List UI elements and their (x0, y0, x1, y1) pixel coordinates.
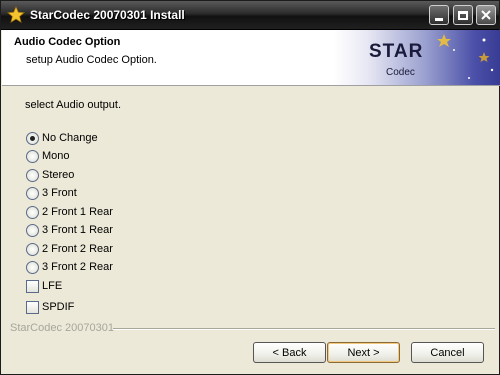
checkbox-label: LFE (42, 280, 63, 292)
radio-button[interactable] (26, 131, 39, 145)
radio-stereo[interactable]: Stereo (26, 168, 74, 182)
radio-label: 3 Front 1 Rear (42, 224, 113, 236)
cancel-button[interactable]: Cancel (411, 342, 484, 363)
maximize-button[interactable] (453, 5, 473, 25)
radio-label: 2 Front 1 Rear (42, 206, 113, 218)
radio-label: Stereo (42, 169, 75, 181)
window-title: StarCodec 20070301 Install (30, 8, 185, 22)
radio-button[interactable] (26, 242, 39, 256)
radio-3-front-1-rear[interactable]: 3 Front 1 Rear (26, 223, 113, 237)
minimize-button[interactable] (429, 5, 449, 25)
checkbox-spdif[interactable]: SPDIF (26, 300, 74, 314)
page-title: Audio Codec Option (14, 36, 121, 48)
footer-divider (113, 328, 495, 330)
star-icon (7, 6, 25, 23)
page-subtitle: setup Audio Codec Option. (26, 54, 157, 66)
checkbox[interactable] (26, 300, 39, 314)
radio-label: No Change (42, 132, 98, 144)
close-button[interactable] (476, 5, 496, 25)
radio-button[interactable] (26, 186, 39, 200)
wizard-header: Audio Codec Option setup Audio Codec Opt… (2, 30, 500, 86)
next-button[interactable]: Next > (327, 342, 400, 363)
logo-codec-text: Codec (386, 67, 415, 78)
checkbox[interactable] (26, 279, 39, 293)
minimize-icon (435, 17, 443, 21)
radio-2-front-2-rear[interactable]: 2 Front 2 Rear (26, 242, 113, 256)
starcodec-logo: STAR Codec (334, 30, 500, 85)
radio-3-front-2-rear[interactable]: 3 Front 2 Rear (26, 260, 113, 274)
checkbox-lfe[interactable]: LFE (26, 279, 62, 293)
installer-window: StarCodec 20070301 Install Audio Codec O… (0, 0, 500, 375)
back-button[interactable]: < Back (253, 342, 326, 363)
radio-no-change[interactable]: No Change (26, 131, 98, 145)
radio-label: Mono (42, 150, 70, 162)
brand-label: StarCodec 20070301 (10, 322, 114, 334)
checkbox-label: SPDIF (42, 301, 75, 313)
radio-button[interactable] (26, 168, 39, 182)
logo-star-text: STAR (369, 41, 424, 62)
radio-label: 2 Front 2 Rear (42, 243, 113, 255)
radio-label: 3 Front 2 Rear (42, 261, 113, 273)
radio-button[interactable] (26, 149, 39, 163)
instruction-label: select Audio output. (25, 99, 122, 111)
maximize-icon (458, 10, 468, 20)
radio-3-front[interactable]: 3 Front (26, 186, 77, 200)
title-bar[interactable]: StarCodec 20070301 Install (1, 1, 499, 30)
radio-button[interactable] (26, 205, 39, 219)
close-icon (481, 10, 491, 20)
radio-2-front-1-rear[interactable]: 2 Front 1 Rear (26, 205, 113, 219)
radio-label: 3 Front (42, 187, 77, 199)
radio-button[interactable] (26, 223, 39, 237)
radio-mono[interactable]: Mono (26, 149, 70, 163)
radio-button[interactable] (26, 260, 39, 274)
